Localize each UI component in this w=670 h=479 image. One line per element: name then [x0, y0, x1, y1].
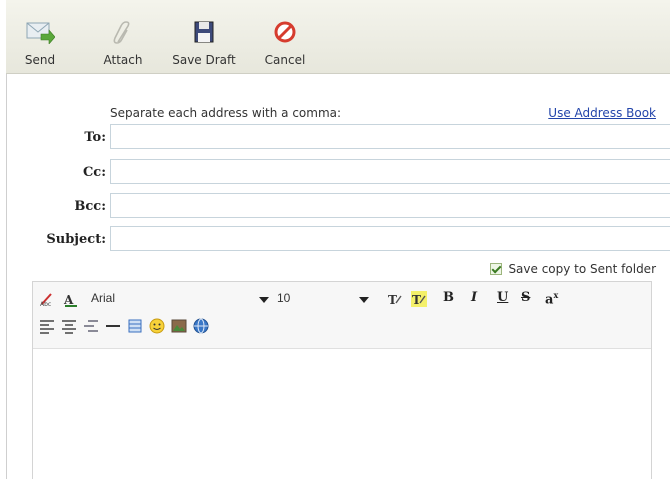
cc-label: Cc:: [82, 165, 106, 180]
subject-input[interactable]: [110, 226, 670, 251]
editor-toolbar: Abc A Arial 10 T T B I U S ax: [33, 282, 651, 349]
chevron-down-icon: [259, 297, 269, 303]
bcc-input[interactable]: [110, 193, 670, 218]
strikethrough-button[interactable]: S: [521, 290, 530, 305]
to-label: To:: [84, 130, 106, 145]
superscript-button[interactable]: ax: [545, 290, 558, 307]
svg-text:T: T: [388, 293, 397, 307]
align-left-icon[interactable]: [39, 318, 55, 334]
chevron-down-icon: [359, 297, 369, 303]
insert-image-icon[interactable]: [171, 318, 187, 334]
emoticon-icon[interactable]: [149, 318, 165, 334]
save-copy-checkbox[interactable]: [490, 263, 503, 275]
spellcheck-icon[interactable]: Abc: [39, 291, 55, 307]
bullet-list-icon[interactable]: [83, 318, 99, 334]
font-family-value: Arial: [91, 291, 116, 305]
attach-label: Attach: [103, 53, 143, 67]
cancel-icon: [274, 21, 296, 43]
underline-button[interactable]: U: [497, 290, 508, 305]
paperclip-icon: [113, 21, 130, 44]
highlight-color-icon[interactable]: T: [411, 291, 427, 307]
to-input[interactable]: [110, 124, 670, 149]
font-size-value: 10: [277, 291, 291, 305]
horizontal-rule-icon[interactable]: [105, 318, 121, 334]
insert-link-icon[interactable]: [193, 318, 209, 334]
svg-text:T: T: [412, 293, 421, 307]
font-icon[interactable]: A: [63, 291, 79, 307]
address-book-link[interactable]: Use Address Book: [548, 106, 656, 120]
insert-table-icon[interactable]: [127, 318, 143, 334]
text-color-icon[interactable]: T: [387, 291, 403, 307]
save-copy-option[interactable]: Save copy to Sent folder: [490, 262, 656, 276]
message-editor: Abc A Arial 10 T T B I U S ax: [32, 281, 652, 479]
italic-button[interactable]: I: [471, 290, 477, 305]
message-body[interactable]: [33, 349, 651, 479]
save-draft-label: Save Draft: [172, 53, 236, 67]
cancel-label: Cancel: [264, 53, 306, 67]
svg-text:Abc: Abc: [40, 301, 51, 307]
cc-input[interactable]: [110, 159, 670, 184]
subject-label: Subject:: [46, 232, 106, 247]
font-size-select[interactable]: 10: [277, 291, 371, 309]
compose-toolbar: Send Attach Save Draft Cancel: [6, 0, 670, 74]
address-hint: Separate each address with a comma:: [110, 106, 342, 120]
send-label: Send: [24, 53, 56, 67]
floppy-disk-icon: [194, 21, 214, 43]
svg-text:A: A: [63, 293, 74, 307]
bcc-label: Bcc:: [74, 199, 106, 214]
font-family-select[interactable]: Arial: [91, 291, 271, 309]
bold-button[interactable]: B: [443, 290, 454, 305]
send-mail-icon: [26, 22, 55, 44]
save-copy-label: Save copy to Sent folder: [508, 262, 656, 276]
align-center-icon[interactable]: [61, 318, 77, 334]
